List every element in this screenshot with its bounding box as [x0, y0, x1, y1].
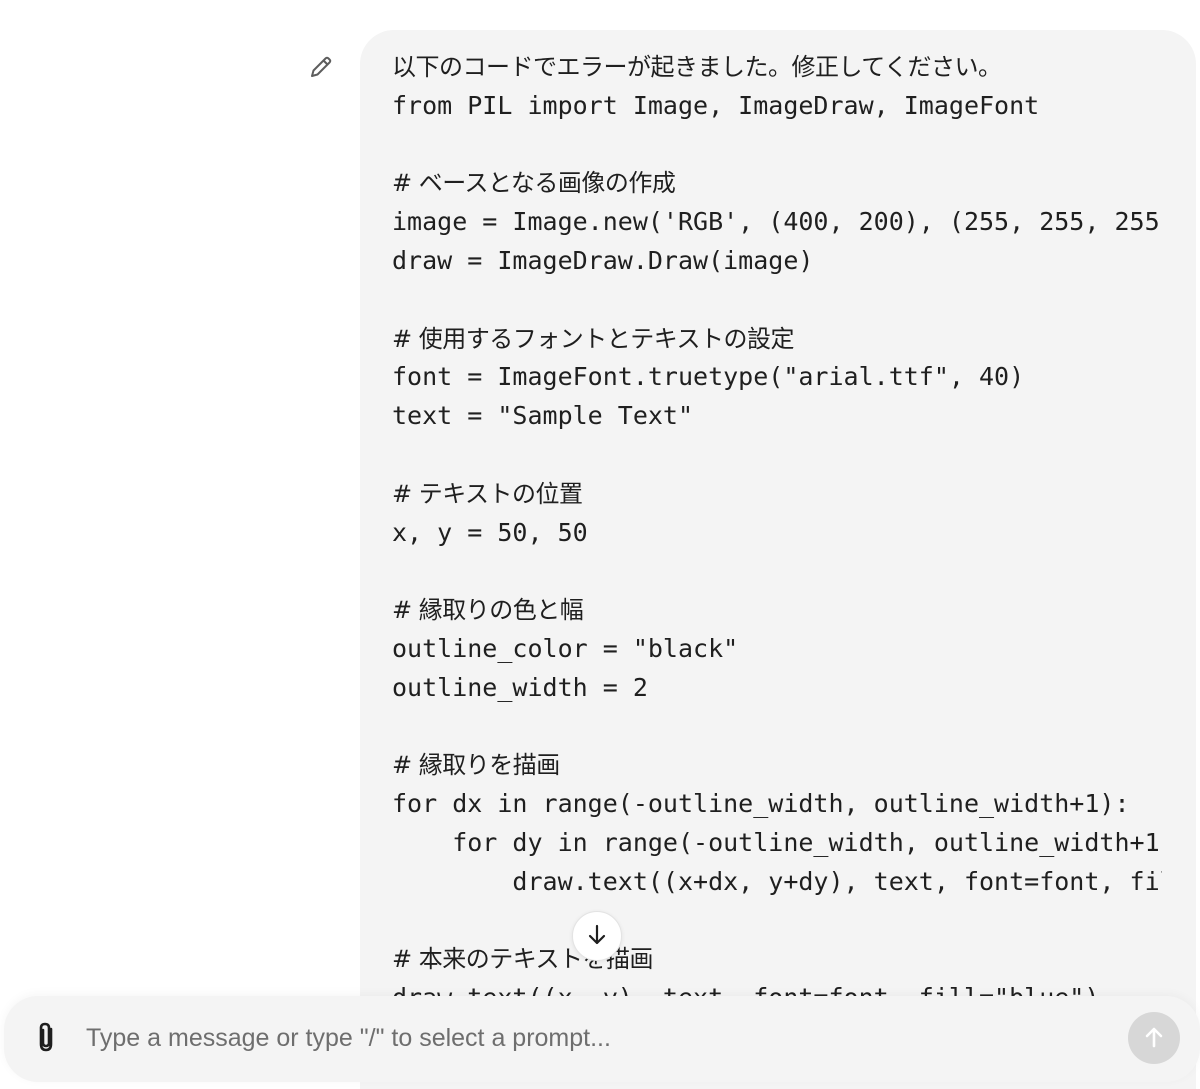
message-line-text: # 本来のテキストを描画	[392, 945, 654, 974]
scroll-to-bottom-button[interactable]	[572, 911, 622, 961]
message-line-code: from PIL import Image, ImageDraw, ImageF…	[392, 90, 1040, 120]
message-input[interactable]	[86, 1016, 1096, 1060]
message-line-text: # ベースとなる画像の作成	[392, 169, 676, 198]
message-line-code: outline_width = 2	[392, 672, 648, 702]
message-line-code: font = ImageFont.truetype("arial.ttf", 4…	[392, 362, 1025, 392]
message-line-code	[392, 436, 1162, 475]
message-line-text: # 縁取りを描画	[392, 751, 560, 780]
message-line-code: x, y = 50, 50	[392, 517, 588, 547]
chat-page: 以下のコードでエラーが起きました。修正してください。 from PIL impor…	[0, 0, 1200, 1089]
user-message-text: 以下のコードでエラーが起きました。修正してください。 from PIL impor…	[392, 48, 1162, 1018]
message-line-code	[392, 902, 1162, 941]
message-line-code	[392, 281, 1162, 320]
message-line-code: outline_color = "black"	[392, 633, 739, 663]
message-line-text: # 縁取りの色と幅	[392, 596, 584, 625]
message-line-code: for dy in range(-outline_width, outline_…	[392, 827, 1162, 857]
message-line-code	[392, 126, 1162, 165]
message-line-text: 以下のコードでエラーが起きました。修正してください。	[392, 53, 1002, 81]
message-line-code	[392, 708, 1162, 747]
arrow-up-icon	[1140, 1023, 1168, 1054]
message-line-code: draw = ImageDraw.Draw(image)	[392, 245, 814, 275]
message-line-code: for dx in range(-outline_width, outline_…	[392, 789, 1130, 819]
message-line-code	[392, 552, 1162, 591]
message-composer	[4, 996, 1200, 1082]
send-button[interactable]	[1128, 1012, 1180, 1064]
user-message-bubble: 以下のコードでエラーが起きました。修正してください。 from PIL impor…	[360, 30, 1196, 1089]
message-line-code: image = Image.new('RGB', (400, 200), (25…	[392, 207, 1162, 237]
message-line-text: # テキストの位置	[392, 479, 583, 508]
message-line-text: # 使用するフォントとテキストの設定	[392, 324, 795, 353]
message-line-code: draw.text((x+dx, y+dy), text, font=font,…	[512, 866, 1162, 896]
pencil-icon[interactable]	[306, 52, 336, 82]
message-line-code: text = "Sample Text"	[392, 401, 694, 431]
paperclip-icon[interactable]	[32, 1020, 62, 1056]
arrow-down-icon	[584, 922, 610, 951]
